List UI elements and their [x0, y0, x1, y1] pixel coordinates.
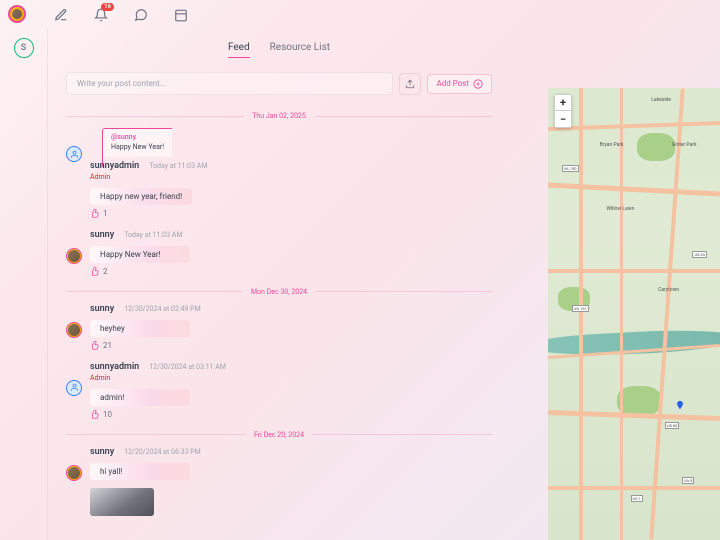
- avatar-user[interactable]: [66, 248, 82, 264]
- date-divider: Mon Dec 30, 2024: [66, 288, 492, 296]
- route-shield: VA 161: [572, 305, 589, 312]
- post-item: sunny 12/20/2024 at 06:33 PM hi yall!: [66, 447, 492, 516]
- like-button[interactable]: 10: [90, 410, 492, 419]
- date-divider: Fri Dec 20, 2024: [66, 431, 492, 439]
- username[interactable]: sunny: [90, 304, 114, 314]
- map-label: Willow Lawn: [606, 206, 634, 212]
- username[interactable]: sunny: [90, 447, 114, 457]
- map-label: Lakeside: [651, 97, 671, 103]
- post-content: admin!: [90, 389, 190, 406]
- tabs: Feed Resource List: [48, 28, 510, 64]
- add-post-button[interactable]: Add Post: [427, 74, 492, 94]
- timestamp: Today at 11:03 AM: [124, 231, 182, 239]
- current-user-avatar[interactable]: [8, 5, 26, 23]
- username[interactable]: sunnyadmin: [90, 161, 139, 171]
- post-content: heyhey: [90, 320, 190, 337]
- route-shield: US 1: [631, 495, 643, 502]
- like-button[interactable]: 21: [90, 341, 492, 350]
- map-marker[interactable]: [675, 395, 685, 405]
- avatar-user[interactable]: [66, 465, 82, 481]
- post-item: sunny 12/30/2024 at 02:49 PM heyhey 21: [66, 304, 492, 350]
- tab-feed[interactable]: Feed: [228, 38, 250, 58]
- map-label: Ginter Park: [672, 142, 697, 148]
- route-shield: VA 150: [562, 165, 579, 172]
- route-shield: US 33: [692, 251, 706, 258]
- notifications-icon[interactable]: 16: [94, 7, 108, 21]
- messages-icon[interactable]: [134, 7, 148, 21]
- admin-tag: Admin: [90, 173, 492, 181]
- composer-row: Write your post content... Add Post: [48, 64, 510, 101]
- post-item: sunny Today at 11:03 AM Happy New Year! 2: [66, 230, 492, 276]
- zoom-in-button[interactable]: +: [555, 95, 571, 111]
- date-divider: Thu Jan 02, 2025: [66, 112, 492, 120]
- quoted-post[interactable]: @sunny Happy New Year!: [102, 128, 172, 157]
- post-content: Happy New Year!: [90, 246, 190, 263]
- post-item: sunnyadmin 12/30/2024 at 03:11 AM Admin a…: [66, 362, 492, 419]
- post-content: Happy new year, friend!: [90, 188, 192, 205]
- left-rail: S: [0, 28, 48, 540]
- zoom-out-button[interactable]: −: [555, 111, 571, 127]
- post-input[interactable]: Write your post content...: [66, 72, 393, 95]
- avatar-admin[interactable]: [66, 146, 82, 162]
- route-shield: VA 5: [682, 477, 694, 484]
- like-button[interactable]: 2: [90, 267, 492, 276]
- topbar: 16: [0, 0, 720, 28]
- avatar-admin[interactable]: [66, 380, 82, 396]
- calendar-icon[interactable]: [174, 7, 188, 21]
- feed-scroll[interactable]: Thu Jan 02, 2025 @sunny Happy New Year! …: [48, 106, 510, 540]
- notification-badge: 16: [101, 3, 114, 11]
- add-post-label: Add Post: [436, 79, 469, 88]
- map-panel: Lakeside Willow Lawn Bryan Park Ginter P…: [548, 88, 720, 540]
- upload-button[interactable]: [399, 73, 421, 95]
- timestamp: Today at 11:03 AM: [149, 162, 207, 170]
- admin-tag: Admin: [90, 374, 492, 382]
- username[interactable]: sunnyadmin: [90, 362, 139, 372]
- timestamp: 12/30/2024 at 02:49 PM: [124, 305, 201, 313]
- username[interactable]: sunny: [90, 230, 114, 240]
- tab-resources[interactable]: Resource List: [270, 38, 330, 58]
- compose-icon[interactable]: [54, 7, 68, 21]
- like-button[interactable]: 1: [90, 209, 492, 218]
- route-shield: US 60: [665, 422, 679, 429]
- avatar-user[interactable]: [66, 322, 82, 338]
- map-label: Carytown: [658, 287, 679, 293]
- map-zoom: + −: [554, 94, 572, 128]
- main-content: Feed Resource List Write your post conte…: [48, 28, 510, 540]
- post-item: @sunny Happy New Year! sunnyadmin Today a…: [66, 128, 492, 218]
- post-content: hi yall!: [90, 463, 190, 480]
- image-attachment[interactable]: [90, 488, 154, 516]
- map-canvas[interactable]: Lakeside Willow Lawn Bryan Park Ginter P…: [548, 88, 720, 540]
- rail-avatar[interactable]: S: [14, 38, 34, 58]
- timestamp: 12/30/2024 at 03:11 AM: [149, 363, 226, 371]
- map-label: Bryan Park: [600, 142, 624, 148]
- timestamp: 12/20/2024 at 06:33 PM: [124, 448, 201, 456]
